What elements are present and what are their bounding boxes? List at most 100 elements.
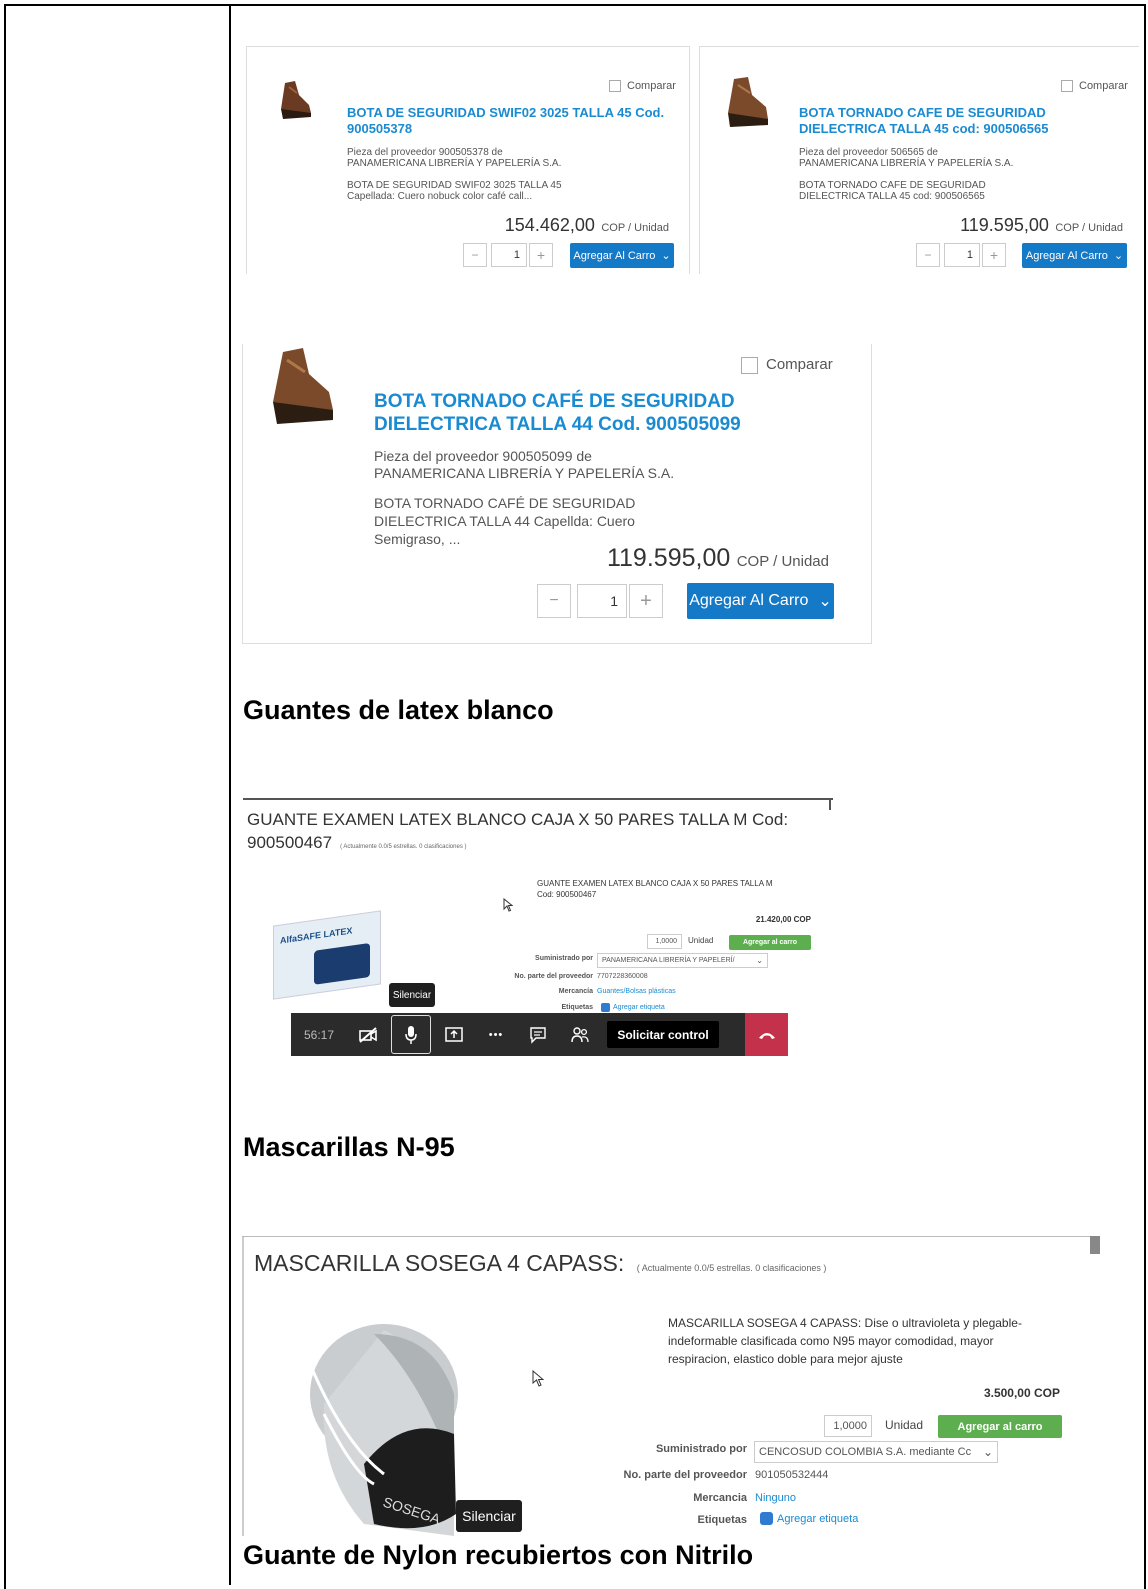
product-title-link[interactable]: BOTA TORNADO CAFÉ DE SEGURIDAD DIELECTRI… — [374, 390, 741, 436]
compare-checkbox[interactable]: Comparar — [609, 80, 676, 93]
participants-icon — [571, 1026, 589, 1042]
camera-off-icon — [359, 1026, 377, 1043]
minus-button[interactable]: − — [463, 243, 487, 267]
rating-text: ( Actualmente 0.0/5 estrellas. 0 clasifi… — [636, 1263, 827, 1273]
merchandise-link[interactable]: Guantes/Bolsas plásticas — [597, 988, 676, 995]
more-options-icon[interactable]: ••• — [475, 1013, 517, 1056]
supplier-select[interactable]: PANAMERICANA LIBRERÍA Y PAPELERÍ/ ⌄ — [597, 953, 768, 968]
quantity-input[interactable]: 1 — [944, 243, 980, 267]
scrollbar-thumb[interactable] — [1090, 1236, 1100, 1254]
minus-button[interactable]: − — [537, 584, 571, 618]
add-to-cart-button[interactable]: Agregar Al Carro ⌄ — [1022, 243, 1127, 268]
plus-button[interactable]: + — [529, 243, 553, 267]
product-description: BOTA TORNADO CAFÉ DE SEGURIDAD DIELECTRI… — [374, 494, 635, 548]
add-to-cart-button[interactable]: Agregar al carro — [938, 1415, 1062, 1438]
plus-button[interactable]: + — [982, 243, 1006, 267]
plus-button[interactable]: + — [629, 584, 663, 618]
quantity-stepper[interactable]: − 1 + — [537, 584, 663, 618]
compare-label: Comparar — [766, 356, 833, 373]
compare-checkbox[interactable]: Comparar — [1061, 80, 1128, 93]
minus-button[interactable]: − — [916, 243, 940, 267]
merchandise-link[interactable]: Ninguno — [755, 1492, 796, 1504]
part-number-label: No. parte del proveedor — [623, 1469, 747, 1481]
microphone-button[interactable] — [391, 1015, 431, 1054]
supplier-line: PANAMERICANA LIBRERÍA Y PAPELERÍA S.A. — [799, 158, 1014, 169]
quantity-stepper[interactable]: − 1 + — [916, 243, 1006, 267]
add-tag-link[interactable]: Agregar etiqueta — [601, 1003, 665, 1012]
supplier-select[interactable]: CENCOSUD COLOMBIA S.A. mediante Cc ⌄ — [754, 1441, 998, 1463]
participants-button[interactable] — [559, 1013, 601, 1056]
part-number-value: 901050532444 — [755, 1469, 829, 1481]
mute-tooltip: Silenciar — [456, 1500, 522, 1532]
quantity-input[interactable]: 1 — [577, 584, 627, 618]
section-heading-gloves: Guantes de latex blanco — [243, 695, 554, 725]
product-description: GUANTE EXAMEN LATEX BLANCO CAJA X 50 PAR… — [537, 878, 772, 900]
price: 154.462,00 COP / Unidad — [505, 215, 669, 236]
supplier-value: PANAMERICANA LIBRERÍA Y PAPELERÍ/ — [602, 957, 735, 964]
product-title: MASCARILLA SOSEGA 4 CAPASS: ( Actualment… — [254, 1250, 826, 1277]
compare-checkbox[interactable]: Comparar — [741, 356, 833, 374]
supplied-by-label: Suministrado por — [655, 1443, 747, 1455]
call-timer: 56:17 — [303, 1027, 335, 1042]
add-to-cart-button[interactable]: Agregar Al Carro ⌄ — [687, 583, 834, 619]
chevron-down-icon: ⌄ — [982, 1445, 993, 1459]
supplier-line: Pieza del proveedor 900505378 de — [347, 147, 503, 158]
supplier-part-text: Pieza del proveedor 506565 de PANAMERICA… — [799, 147, 1013, 169]
product-card-2: Comparar BOTA TORNADO CAFE DE SEGURIDAD … — [699, 46, 1139, 274]
description-line: DIELECTRICA TALLA 44 Capellda: Cuero — [374, 513, 635, 529]
boot-image — [281, 81, 311, 119]
product-title-link[interactable]: BOTA TORNADO CAFE DE SEGURIDAD DIELECTRI… — [799, 105, 1069, 137]
product-description: BOTA DE SEGURIDAD SWIF02 3025 TALLA 45 C… — [347, 180, 562, 202]
description-line: Capellada: Cuero nobuck color café call.… — [347, 191, 533, 202]
meeting-toolbar: 56:17 ••• Solicitar control — [291, 1013, 788, 1056]
chevron-down-icon: ⌄ — [661, 250, 671, 262]
cursor-icon — [503, 898, 513, 912]
title-line: 900500467 — [247, 833, 333, 852]
quantity-input[interactable]: 1 — [491, 243, 527, 267]
supplier-line: PANAMERICANA LIBRERÍA Y PAPELERÍA S.A. — [347, 158, 562, 169]
share-screen-icon — [445, 1026, 463, 1042]
chevron-down-icon: ⌄ — [818, 593, 832, 610]
product-card-1: Comparar BOTA DE SEGURIDAD SWIF02 3025 T… — [246, 46, 690, 274]
compare-label: Comparar — [627, 80, 676, 92]
description-line: MASCARILLA SOSEGA 4 CAPASS: Dise o ultra… — [668, 1316, 1022, 1330]
tag-icon — [760, 1512, 773, 1525]
supplier-line: Pieza del proveedor 506565 de — [799, 147, 938, 158]
box-panel — [314, 942, 370, 985]
quantity-input[interactable]: 1,0000 — [647, 934, 682, 949]
add-to-cart-button[interactable]: Agregar al carro — [729, 935, 811, 950]
supplier-part-text: Pieza del proveedor 900505378 de PANAMER… — [347, 147, 561, 169]
tags-label: Etiquetas — [697, 1514, 747, 1526]
hang-up-button[interactable] — [745, 1013, 788, 1056]
compare-label: Comparar — [1079, 80, 1128, 92]
price: 3.500,00 COP — [983, 1386, 1060, 1400]
supplied-by-label: Suministrado por — [535, 955, 593, 962]
title-line: BOTA TORNADO CAFÉ DE SEGURIDAD — [374, 391, 735, 412]
part-number-label: No. parte del proveedor — [514, 973, 593, 980]
add-to-cart-button[interactable]: Agregar Al Carro ⌄ — [570, 243, 674, 268]
product-title: GUANTE EXAMEN LATEX BLANCO CAJA X 50 PAR… — [247, 808, 788, 859]
panel-top-rule — [243, 798, 833, 800]
boot-image — [728, 77, 768, 127]
price-value: 119.595,00 — [606, 544, 731, 572]
camera-off-button[interactable] — [347, 1013, 389, 1056]
supplier-value: CENCOSUD COLOMBIA S.A. mediante Cc — [759, 1446, 972, 1458]
quantity-stepper[interactable]: − 1 + — [463, 243, 553, 267]
unit-label: Unidad — [688, 936, 714, 945]
quantity-input[interactable]: 1,0000 — [824, 1415, 872, 1437]
request-control-button[interactable]: Solicitar control — [607, 1021, 719, 1048]
add-tag-label: Agregar etiqueta — [613, 1004, 665, 1011]
description-line: BOTA TORNADO CAFÉ DE SEGURIDAD — [374, 495, 636, 511]
add-tag-label: Agregar etiqueta — [777, 1512, 859, 1525]
mask-mannequin-image: SOSEGA — [308, 1324, 458, 1536]
title-line: GUANTE EXAMEN LATEX BLANCO CAJA X 50 PAR… — [247, 810, 789, 829]
product-title-link[interactable]: BOTA DE SEGURIDAD SWIF02 3025 TALLA 45 C… — [347, 105, 677, 137]
tag-icon — [601, 1003, 610, 1012]
chat-button[interactable] — [517, 1013, 559, 1056]
price: 119.595,00 COP / Unidad — [607, 544, 829, 573]
price-unit: COP / Unidad — [1055, 222, 1123, 234]
tags-label: Etiquetas — [561, 1004, 593, 1011]
rating-text: ( Actualmente 0.0/5 estrellas. 0 clasifi… — [340, 844, 467, 850]
share-screen-button[interactable] — [433, 1013, 475, 1056]
add-tag-link[interactable]: Agregar etiqueta — [760, 1512, 858, 1525]
